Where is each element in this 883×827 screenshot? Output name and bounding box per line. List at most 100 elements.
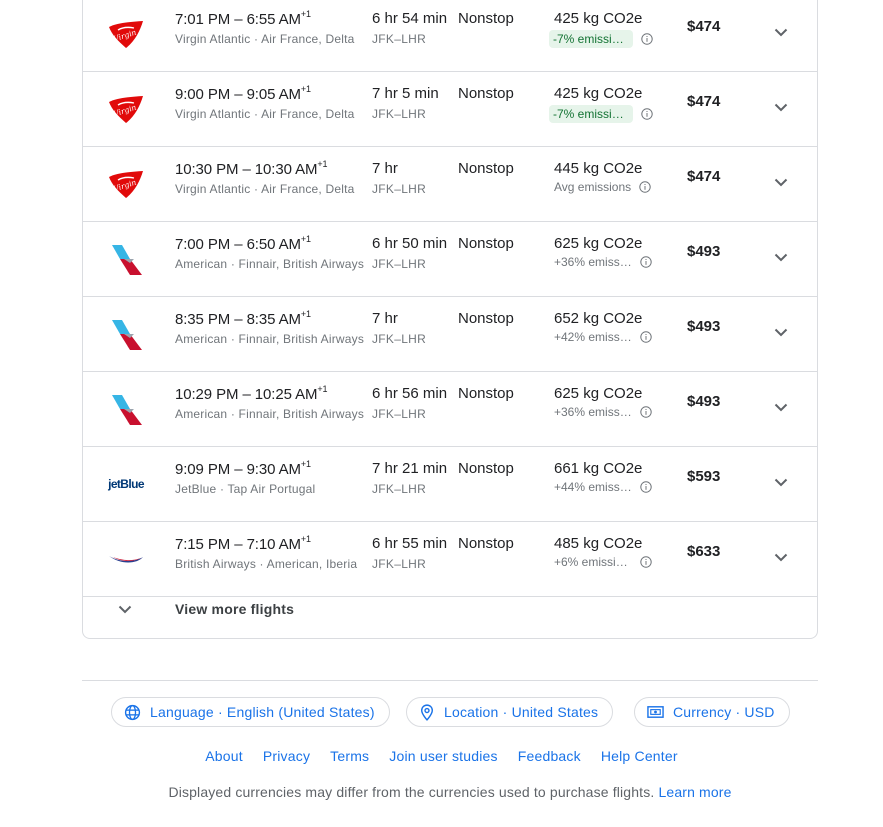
- flight-route: JFK–LHR: [372, 482, 427, 496]
- footer-link-privacy[interactable]: Privacy: [263, 748, 310, 764]
- emissions-comparison: +42% emissions: [554, 330, 652, 344]
- flight-route: JFK–LHR: [372, 407, 427, 421]
- footer-link-feedback[interactable]: Feedback: [518, 748, 581, 764]
- footer-link-join-user-studies[interactable]: Join user studies: [389, 748, 497, 764]
- day-offset: +1: [300, 84, 311, 94]
- day-offset: +1: [300, 459, 311, 469]
- flight-route: JFK–LHR: [372, 557, 427, 571]
- footer-link-about[interactable]: About: [205, 748, 243, 764]
- day-offset: +1: [300, 9, 311, 19]
- flight-price: $633: [687, 543, 721, 560]
- flight-price: $493: [687, 318, 721, 335]
- american-airline-logo: [107, 244, 145, 275]
- flight-stops: Nonstop: [458, 310, 514, 327]
- virgin-airline-logo: Virgin: [107, 94, 145, 124]
- chevron-down-icon[interactable]: [769, 170, 793, 194]
- emissions-note: +42% emissions: [554, 330, 632, 344]
- info-icon[interactable]: [640, 481, 652, 493]
- day-offset: +1: [300, 234, 311, 244]
- airline-names: Virgin Atlantic · Air France, Delta: [175, 182, 355, 196]
- virgin-airline-logo: Virgin: [107, 19, 145, 49]
- airline-names: American · Finnair, British Airways: [175, 332, 365, 346]
- american-airline-logo: [107, 319, 145, 350]
- flight-emissions: 625 kg CO2e: [554, 235, 643, 252]
- flight-route: JFK–LHR: [372, 257, 427, 271]
- arrive-time: 10:30 AM: [254, 161, 318, 178]
- flight-stops: Nonstop: [458, 385, 514, 402]
- flight-duration: 7 hr 21 min: [372, 460, 448, 477]
- globe-icon: [124, 704, 141, 720]
- flight-row[interactable]: 7:00 PM – 6:50 AM+1 American · Finnair, B…: [83, 221, 817, 297]
- currency-button[interactable]: Currency · USD: [634, 697, 790, 727]
- emissions-comparison: +36% emissions: [554, 405, 652, 419]
- arrive-time: 6:55 AM: [246, 11, 301, 28]
- language-button[interactable]: Language · English (United States): [111, 697, 390, 727]
- flight-row[interactable]: 8:35 PM – 8:35 AM+1 American · Finnair, B…: [83, 296, 817, 372]
- flight-row[interactable]: jetBlue 9:09 PM – 9:30 AM+1 JetBlue · Tap …: [83, 446, 817, 522]
- flight-price: $474: [687, 18, 721, 35]
- flight-price: $474: [687, 168, 721, 185]
- info-icon[interactable]: [640, 556, 652, 568]
- arrive-time: 7:10 AM: [246, 536, 301, 553]
- info-icon[interactable]: [641, 108, 653, 120]
- flight-row[interactable]: Virgin 7:01 PM – 6:55 AM+1 Virgin Atlantic…: [83, 0, 817, 72]
- flight-emissions: 425 kg CO2e: [554, 85, 643, 102]
- flight-duration: 7 hr 5 min: [372, 85, 439, 102]
- emissions-note: +6% emissions: [554, 555, 632, 569]
- depart-time: 7:01 PM: [175, 11, 231, 28]
- day-offset: +1: [317, 159, 328, 169]
- footer-link-help-center[interactable]: Help Center: [601, 748, 678, 764]
- chevron-down-icon[interactable]: [769, 545, 793, 569]
- info-icon[interactable]: [639, 181, 651, 193]
- flight-row[interactable]: Virgin 9:00 PM – 9:05 AM+1 Virgin Atlantic…: [83, 71, 817, 147]
- flight-emissions: 625 kg CO2e: [554, 385, 643, 402]
- chevron-down-icon[interactable]: [769, 245, 793, 269]
- info-icon[interactable]: [640, 406, 652, 418]
- emissions-note: +36% emissions: [554, 405, 632, 419]
- arrive-time: 9:30 AM: [246, 461, 301, 478]
- emissions-note: -7% emissions: [549, 105, 633, 123]
- flight-emissions: 661 kg CO2e: [554, 460, 643, 477]
- flight-row[interactable]: 10:29 PM – 10:25 AM+1 American · Finnair,…: [83, 371, 817, 447]
- flight-emissions: 445 kg CO2e: [554, 160, 643, 177]
- flight-price: $474: [687, 93, 721, 110]
- flight-emissions: 652 kg CO2e: [554, 310, 643, 327]
- info-icon[interactable]: [640, 256, 652, 268]
- info-icon[interactable]: [640, 331, 652, 343]
- american-airline-logo: [107, 394, 145, 425]
- arrive-time: 8:35 AM: [246, 311, 301, 328]
- flight-times: 8:35 PM – 8:35 AM+1: [175, 309, 311, 328]
- airline-names: JetBlue · Tap Air Portugal: [175, 482, 316, 496]
- chevron-down-icon[interactable]: [769, 20, 793, 44]
- flight-times: 10:29 PM – 10:25 AM+1: [175, 384, 328, 403]
- flight-duration: 7 hr: [372, 160, 398, 177]
- flight-duration: 6 hr 55 min: [372, 535, 448, 552]
- day-offset: +1: [317, 384, 328, 394]
- footer-link-terms[interactable]: Terms: [330, 748, 369, 764]
- chevron-down-icon[interactable]: [769, 320, 793, 344]
- flight-price: $593: [687, 468, 721, 485]
- day-offset: +1: [300, 309, 311, 319]
- flight-stops: Nonstop: [458, 85, 514, 102]
- currency-label: Currency · USD: [673, 704, 775, 720]
- flight-row[interactable]: Virgin 10:30 PM – 10:30 AM+1 Virgin Atlant…: [83, 146, 817, 222]
- footer-links: About Privacy Terms Join user studies Fe…: [0, 748, 883, 764]
- airline-names: Virgin Atlantic · Air France, Delta: [175, 107, 355, 121]
- chevron-down-icon[interactable]: [769, 470, 793, 494]
- emissions-comparison: +36% emissions: [554, 255, 652, 269]
- view-more-flights-button[interactable]: View more flights: [83, 585, 817, 637]
- location-pin-icon: [421, 703, 433, 721]
- info-icon[interactable]: [641, 33, 653, 45]
- flight-stops: Nonstop: [458, 535, 514, 552]
- emissions-note: +36% emissions: [554, 255, 632, 269]
- chevron-down-icon[interactable]: [769, 395, 793, 419]
- learn-more-link[interactable]: Learn more: [658, 784, 731, 800]
- depart-time: 9:00 PM: [175, 86, 231, 103]
- location-button[interactable]: Location · United States: [406, 697, 614, 727]
- flight-route: JFK–LHR: [372, 332, 427, 346]
- chevron-down-icon[interactable]: [769, 95, 793, 119]
- depart-time: 7:15 PM: [175, 536, 231, 553]
- emissions-note: +44% emissions: [554, 480, 632, 494]
- flight-emissions: 425 kg CO2e: [554, 10, 643, 27]
- flight-route: JFK–LHR: [372, 107, 427, 121]
